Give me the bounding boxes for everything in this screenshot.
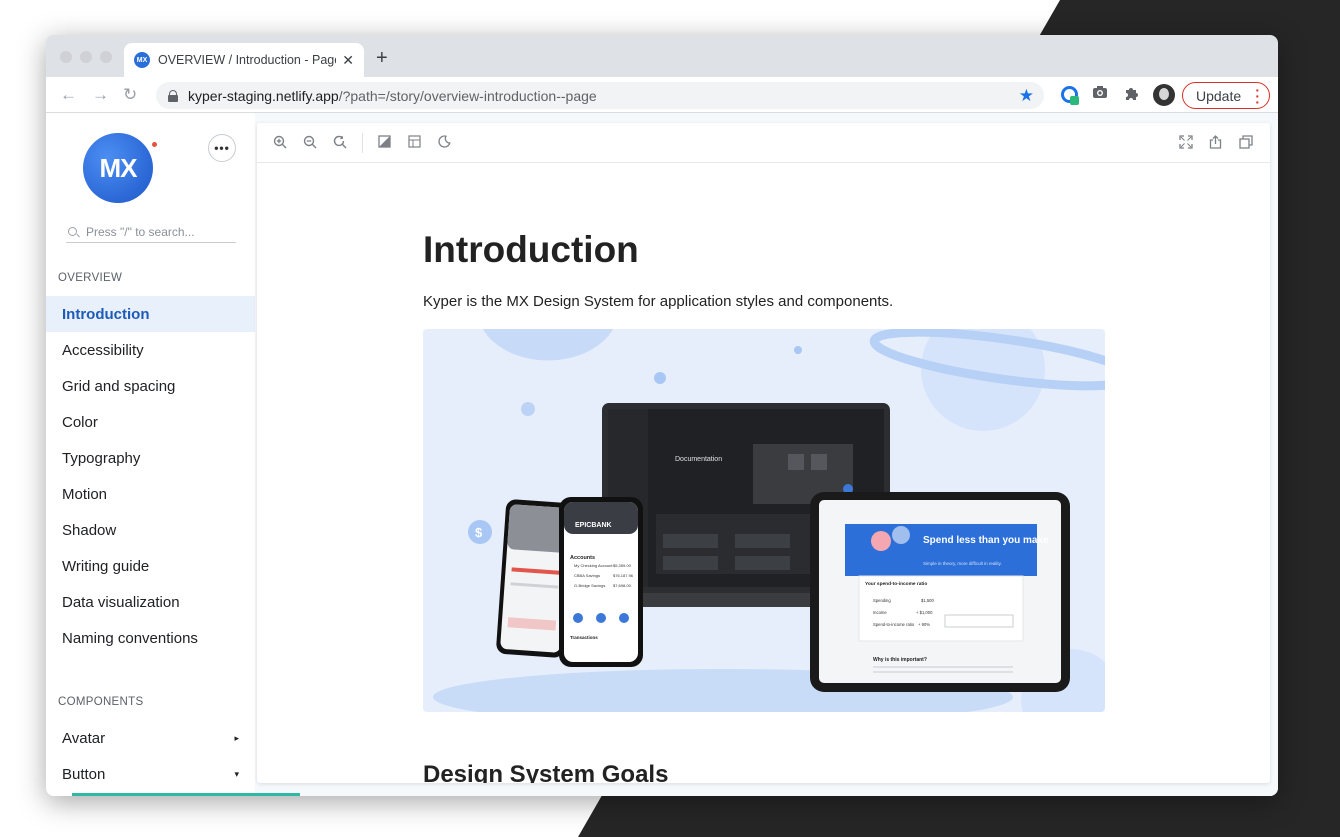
storybook-page: MX ••• OVERVIEW Introduction Accessibili… [46, 113, 1278, 796]
section-label-components: COMPONENTS [58, 696, 144, 708]
preview-panel: Introduction Kyper is the MX Design Syst… [257, 123, 1270, 783]
phone-account-3-name: G-Bridge Savings [574, 583, 605, 588]
page-title: Introduction [423, 229, 639, 270]
sidebar-item-button[interactable]: Button ▾ [46, 756, 255, 792]
zoom-in-icon[interactable] [273, 135, 287, 152]
extension-badge [1070, 96, 1079, 105]
favicon-icon: MX [134, 52, 150, 68]
update-button[interactable]: Update · · · [1182, 82, 1270, 109]
dark-mode-icon[interactable] [438, 135, 451, 151]
section-label-overview: OVERVIEW [58, 272, 123, 284]
reload-icon[interactable]: ↻ [123, 85, 137, 105]
sidebar-item-naming-conventions[interactable]: Naming conventions [46, 620, 255, 656]
zoom-reset-icon[interactable] [333, 135, 347, 152]
search-input[interactable] [86, 224, 226, 239]
zoom-out-icon[interactable] [303, 135, 317, 152]
grid-toggle-icon[interactable] [408, 135, 421, 151]
url-text: kyper-staging.netlify.app/?path=/story/o… [188, 88, 597, 104]
phone-account-1-value: $5,359.00 [613, 563, 632, 568]
preview-toolbar [257, 123, 1270, 163]
caret-right-icon: ▸ [234, 732, 239, 743]
new-tab-icon[interactable]: + [376, 47, 388, 70]
browser-window: MX OVERVIEW / Introduction - Page ✕ + ← … [46, 35, 1278, 796]
intro-paragraph: Kyper is the MX Design System for applic… [423, 293, 894, 310]
tablet-section-title: Why is this important? [873, 657, 927, 663]
laptop-doc-title: Documentation [675, 456, 722, 463]
tablet-row-2-value: + $1,000 [916, 610, 933, 615]
back-icon[interactable]: ← [60, 85, 77, 105]
sidebar: MX ••• OVERVIEW Introduction Accessibili… [46, 113, 255, 796]
mx-logo[interactable]: MX [83, 133, 153, 203]
share-icon[interactable] [1209, 135, 1222, 152]
phone-brand: EPICBANK [575, 522, 612, 529]
minimize-window-button[interactable] [80, 51, 92, 63]
tab-title: OVERVIEW / Introduction - Page [158, 53, 337, 67]
forward-icon[interactable]: → [92, 85, 109, 105]
tablet-headline: Spend less than you make [923, 535, 1049, 546]
phone-account-3-value: $7,698.00 [613, 583, 632, 588]
hero-illustration: $ Documentation EPICBANK Accounts My Che… [423, 329, 1105, 712]
sidebar-item-introduction[interactable]: Introduction [46, 296, 255, 332]
url-host: kyper-staging.netlify.app [188, 87, 339, 104]
sidebar-item-motion[interactable]: Motion [46, 476, 255, 512]
update-label: Update [1196, 87, 1242, 104]
browser-toolbar: ← → ↻ kyper-staging.netlify.app/?path=/s… [46, 77, 1278, 113]
search-field[interactable] [66, 221, 236, 243]
browser-tab[interactable]: MX OVERVIEW / Introduction - Page ✕ [124, 43, 364, 77]
tablet-card-title: Your spend-to-income ratio [865, 581, 927, 587]
address-bar[interactable]: kyper-staging.netlify.app/?path=/story/o… [156, 82, 1044, 109]
camera-icon[interactable] [1092, 85, 1108, 103]
menu-dots-icon[interactable]: · · · [1255, 83, 1260, 109]
copy-link-icon[interactable] [1239, 135, 1253, 152]
sidebar-item-label: Avatar [62, 729, 106, 747]
fullscreen-icon[interactable] [1179, 135, 1193, 152]
toolbar-divider [362, 133, 363, 153]
sidebar-scrollbar[interactable] [72, 793, 300, 796]
sidebar-item-label: Button [62, 765, 106, 783]
sidebar-item-writing-guide[interactable]: Writing guide [46, 548, 255, 584]
phone-section-title: Accounts [570, 555, 595, 561]
lock-icon[interactable] [168, 90, 178, 102]
tablet-row-3-label: Spend-to-income ratio [873, 622, 915, 627]
tab-close-icon[interactable]: ✕ [342, 52, 354, 69]
tablet-row-1-label: Spending [873, 598, 891, 603]
puzzle-icon[interactable] [1124, 85, 1139, 104]
section-heading: Design System Goals [423, 761, 669, 783]
sidebar-item-grid-and-spacing[interactable]: Grid and spacing [46, 368, 255, 404]
tablet-row-3-value: + 90% [918, 622, 930, 627]
tablet-row-2-label: Income [873, 610, 887, 615]
svg-text:$: $ [475, 525, 483, 540]
bookmark-star-icon[interactable]: ★ [1019, 86, 1034, 106]
sidebar-item-shadow[interactable]: Shadow [46, 512, 255, 548]
more-options-button[interactable]: ••• [208, 134, 236, 162]
sidebar-item-typography[interactable]: Typography [46, 440, 255, 476]
sidebar-item-color[interactable]: Color [46, 404, 255, 440]
close-window-button[interactable] [60, 51, 72, 63]
sidebar-item-avatar[interactable]: Avatar ▸ [46, 720, 255, 756]
phone-account-2-name: CBBA Savings [574, 573, 600, 578]
phone-account-1-name: My Checking Account [574, 563, 613, 568]
phone-account-2-value: $76,187.96 [613, 573, 634, 578]
maximize-window-button[interactable] [100, 51, 112, 63]
tablet-row-1-value: $1,500 [921, 598, 934, 603]
tab-bar: MX OVERVIEW / Introduction - Page ✕ + [46, 35, 1278, 77]
search-icon [68, 227, 77, 236]
phone-transactions-title: Transactions [570, 635, 598, 640]
sidebar-item-accessibility[interactable]: Accessibility [46, 332, 255, 368]
caret-down-icon: ▾ [234, 768, 239, 779]
tablet-subline: Simple in theory, more difficult in real… [923, 561, 1002, 566]
background-toggle-icon[interactable] [378, 135, 391, 151]
sidebar-item-data-visualization[interactable]: Data visualization [46, 584, 255, 620]
url-path: /?path=/story/overview-introduction--pag… [338, 87, 597, 104]
logo-sparkle-icon [152, 142, 157, 147]
profile-avatar-icon[interactable] [1153, 84, 1175, 106]
